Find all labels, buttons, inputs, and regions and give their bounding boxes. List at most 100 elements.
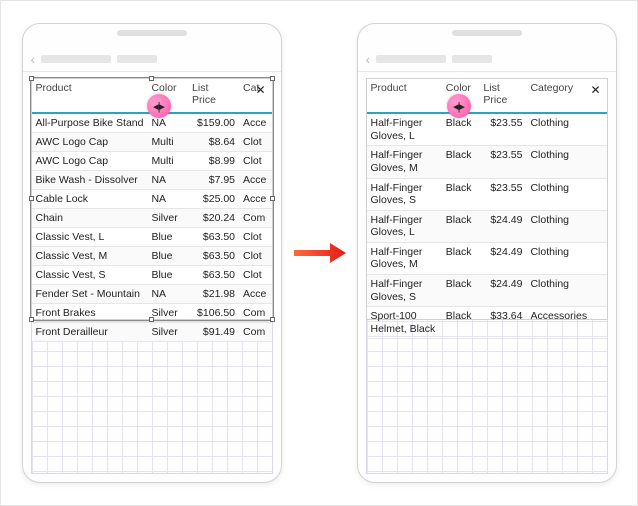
cell-price: $25.00 (188, 190, 239, 209)
cell-color: NA (147, 190, 188, 209)
app-header: ‹ (358, 46, 616, 72)
cell-color: Blue (147, 266, 188, 285)
close-icon[interactable]: ✕ (255, 83, 265, 97)
table-row[interactable]: ChainSilver$20.24Com (32, 209, 272, 228)
table-row[interactable]: Classic Vest, SBlue$63.50Clot (32, 266, 272, 285)
column-header-price[interactable]: List Price (188, 79, 239, 113)
column-header-price[interactable]: List Price (479, 79, 526, 113)
selection-handle[interactable] (270, 196, 275, 201)
cell-product: Half-Finger Gloves, L (367, 113, 442, 146)
cell-price: $63.50 (188, 266, 239, 285)
selection-handle[interactable] (149, 76, 154, 81)
cell-product: All-Purpose Bike Stand (32, 113, 148, 133)
back-icon[interactable]: ‹ (366, 51, 371, 67)
selection-handle[interactable] (149, 317, 154, 322)
cell-category: Com (239, 304, 271, 323)
cell-price: $23.55 (479, 113, 526, 146)
cell-category: Acce (239, 285, 271, 304)
cell-price: $24.49 (479, 242, 526, 274)
table-row[interactable]: Half-Finger Gloves, SBlack$24.49Clothing (367, 275, 607, 307)
selection-handle[interactable] (29, 76, 34, 81)
cell-product: Half-Finger Gloves, M (367, 146, 442, 178)
header-title-placeholder (452, 55, 492, 63)
cell-product: Cable Lock (32, 190, 148, 209)
cell-price: $91.49 (188, 323, 239, 342)
cell-product: Half-Finger Gloves, L (367, 210, 442, 242)
cell-category: Clot (239, 266, 271, 285)
table-row[interactable]: Fender Set - MountainNA$21.98Acce (32, 285, 272, 304)
cell-color: Black (442, 307, 480, 339)
cell-price: $23.55 (479, 146, 526, 178)
cell-color: Black (442, 210, 480, 242)
cell-price: $63.50 (188, 247, 239, 266)
cell-category: Clot (239, 228, 271, 247)
cell-category: Clot (239, 247, 271, 266)
column-resize-handle-icon[interactable]: ◂|▸ (447, 94, 471, 118)
column-header-product[interactable]: Product (32, 79, 148, 113)
table-row[interactable]: Half-Finger Gloves, SBlack$23.55Clothing (367, 178, 607, 210)
cell-color: NA (147, 285, 188, 304)
header-title-placeholder (376, 55, 446, 63)
cell-category: Clothing (526, 178, 606, 210)
app-header: ‹ (23, 46, 281, 72)
table-row[interactable]: Half-Finger Gloves, LBlack$23.55Clothing (367, 113, 607, 146)
cell-product: Half-Finger Gloves, S (367, 275, 442, 307)
cell-color: Black (442, 275, 480, 307)
cell-price: $23.55 (479, 178, 526, 210)
cell-color: Black (442, 178, 480, 210)
cell-color: Multi (147, 133, 188, 152)
cell-category: Acce (239, 190, 271, 209)
cell-price: $7.95 (188, 171, 239, 190)
notch (117, 30, 187, 36)
cell-price: $33.64 (479, 307, 526, 339)
cell-price: $24.49 (479, 275, 526, 307)
cell-product: Bike Wash - Dissolver (32, 171, 148, 190)
cell-category: Acce (239, 113, 271, 133)
cell-category: Clothing (526, 210, 606, 242)
column-header-product[interactable]: Product (367, 79, 442, 113)
cell-category: Acce (239, 171, 271, 190)
cell-product: Chain (32, 209, 148, 228)
cell-category: Com (239, 209, 271, 228)
table-row[interactable]: AWC Logo CapMulti$8.99Clot (32, 152, 272, 171)
table-row[interactable]: Cable LockNA$25.00Acce (32, 190, 272, 209)
table-row[interactable]: Sport-100 Helmet, BlackBlack$33.64Access… (367, 307, 607, 339)
notch (452, 30, 522, 36)
selection-handle[interactable] (29, 196, 34, 201)
cell-product: Sport-100 Helmet, Black (367, 307, 442, 339)
cell-category: Clothing (526, 242, 606, 274)
cell-color: NA (147, 171, 188, 190)
table-row[interactable]: Classic Vest, MBlue$63.50Clot (32, 247, 272, 266)
cell-color: Blue (147, 228, 188, 247)
table-row[interactable]: Half-Finger Gloves, MBlack$23.55Clothing (367, 146, 607, 178)
table-row[interactable]: Classic Vest, LBlue$63.50Clot (32, 228, 272, 247)
table-row[interactable]: Half-Finger Gloves, LBlack$24.49Clothing (367, 210, 607, 242)
cell-price: $8.64 (188, 133, 239, 152)
selection-handle[interactable] (270, 317, 275, 322)
table-row[interactable]: Bike Wash - DissolverNA$7.95Acce (32, 171, 272, 190)
data-table[interactable]: ProductColorList PriceCatAll-Purpose Bik… (31, 78, 273, 320)
cell-price: $21.98 (188, 285, 239, 304)
table-row[interactable]: Half-Finger Gloves, MBlack$24.49Clothing (367, 242, 607, 274)
cell-category: Clothing (526, 146, 606, 178)
phone-frame-left: ‹ ProductColorList PriceCatAll-Purpose B… (22, 23, 282, 483)
data-table[interactable]: ProductColorList PriceCategoryHalf-Finge… (366, 78, 608, 320)
column-resize-handle-icon[interactable]: ◂|▸ (147, 94, 171, 118)
cell-price: $159.00 (188, 113, 239, 133)
close-icon[interactable]: ✕ (590, 83, 600, 97)
selection-handle[interactable] (29, 317, 34, 322)
cell-category: Accessories (526, 307, 606, 339)
cell-product: Classic Vest, L (32, 228, 148, 247)
cell-product: Front Brakes (32, 304, 148, 323)
cell-product: Front Derailleur (32, 323, 148, 342)
back-icon[interactable]: ‹ (31, 51, 36, 67)
table-row[interactable]: AWC Logo CapMulti$8.64Clot (32, 133, 272, 152)
selection-handle[interactable] (270, 76, 275, 81)
cell-category: Clothing (526, 275, 606, 307)
cell-price: $63.50 (188, 228, 239, 247)
cell-color: Black (442, 146, 480, 178)
cell-product: Half-Finger Gloves, M (367, 242, 442, 274)
cell-product: Classic Vest, M (32, 247, 148, 266)
table-row[interactable]: Front DerailleurSilver$91.49Com (32, 323, 272, 342)
cell-color: Silver (147, 304, 188, 323)
